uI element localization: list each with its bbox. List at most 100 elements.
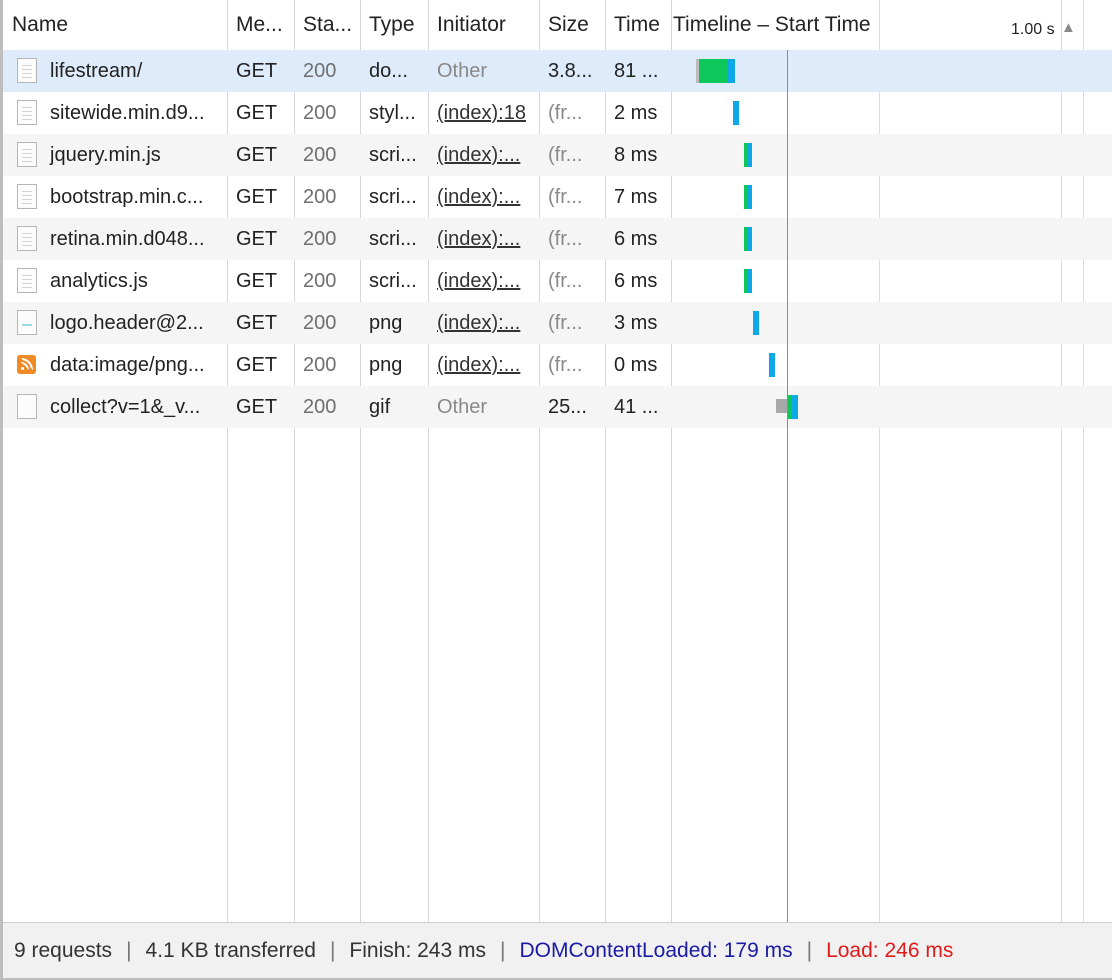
request-method: GET — [236, 354, 278, 376]
request-type: scri... — [369, 270, 417, 292]
request-size: 3.8... — [548, 60, 593, 82]
request-time: 6 ms — [614, 270, 658, 292]
separator: | — [806, 939, 813, 962]
request-size: (fr... — [548, 228, 583, 250]
request-status: 200 — [303, 60, 337, 82]
load-time: Load: 246 ms — [826, 939, 954, 962]
finish-time: Finish: 243 ms — [349, 939, 486, 962]
request-method: GET — [236, 312, 278, 334]
request-initiator-link[interactable]: (index):18 — [428, 92, 539, 134]
request-type: gif — [369, 396, 391, 418]
timeline-bar — [747, 269, 752, 293]
request-initiator-link[interactable]: (index):... — [428, 344, 539, 386]
request-name: bootstrap.min.c... — [50, 186, 204, 208]
load-event-marker — [787, 50, 788, 922]
transferred-size: 4.1 KB transferred — [145, 939, 316, 962]
request-row[interactable]: retina.min.d048... GET 200 scri... (inde… — [3, 218, 1112, 260]
request-name: logo.header@2... — [50, 312, 204, 334]
request-row[interactable]: lifestream/ GET 200 do... Other 3.8... 8… — [3, 50, 1112, 92]
request-status: 200 — [303, 144, 337, 166]
request-type: do... — [369, 60, 408, 82]
request-initiator-link[interactable]: (index):... — [428, 134, 539, 176]
column-header-method[interactable]: Me... — [227, 0, 294, 50]
request-name: collect?v=1&_v... — [50, 396, 201, 418]
request-initiator-link[interactable]: (index):... — [428, 302, 539, 344]
request-method: GET — [236, 186, 278, 208]
timeline-bar — [733, 101, 739, 125]
request-row[interactable]: data:image/png... GET 200 png (index):..… — [3, 344, 1112, 386]
request-initiator: Other — [437, 396, 488, 418]
request-status: 200 — [303, 186, 337, 208]
column-header-row: Name Me... Sta... Type Initiator Size Ti… — [3, 0, 1112, 51]
request-size: (fr... — [548, 186, 583, 208]
column-header-initiator[interactable]: Initiator — [428, 0, 539, 50]
request-status: 200 — [303, 228, 337, 250]
request-type: scri... — [369, 228, 417, 250]
request-name: lifestream/ — [50, 60, 143, 82]
request-status: 200 — [303, 396, 337, 418]
request-name: sitewide.min.d9... — [50, 102, 205, 124]
request-method: GET — [236, 102, 278, 124]
request-name: data:image/png... — [50, 354, 205, 376]
timeline-bar — [747, 143, 752, 167]
timeline-bar-download — [727, 59, 735, 83]
sort-ascending-icon[interactable]: ▲ — [1061, 19, 1076, 36]
timeline-bar — [747, 227, 752, 251]
timeline-bar — [753, 311, 759, 335]
separator: | — [499, 939, 506, 962]
request-row[interactable]: logo.header@2... GET 200 png (index):...… — [3, 302, 1112, 344]
request-time: 81 ... — [614, 60, 659, 82]
column-header-size[interactable]: Size — [539, 0, 605, 50]
request-row[interactable]: collect?v=1&_v... GET 200 gif Other 25..… — [3, 386, 1112, 428]
network-panel: Name Me... Sta... Type Initiator Size Ti… — [0, 0, 1112, 980]
request-name: retina.min.d048... — [50, 228, 205, 250]
separator: | — [126, 939, 132, 962]
request-type: scri... — [369, 144, 417, 166]
request-count: 9 requests — [14, 939, 113, 962]
request-type: styl... — [369, 102, 416, 124]
request-time: 7 ms — [614, 186, 658, 208]
request-type: scri... — [369, 186, 417, 208]
column-header-time[interactable]: Time — [605, 0, 671, 50]
request-status: 200 — [303, 102, 337, 124]
request-type: png — [369, 312, 403, 334]
request-time: 8 ms — [614, 144, 658, 166]
request-size: (fr... — [548, 144, 583, 166]
column-header-name[interactable]: Name — [3, 0, 227, 50]
separator: | — [329, 939, 336, 962]
column-header-timeline[interactable]: Timeline – Start Time — [671, 0, 901, 50]
request-initiator-link[interactable]: (index):... — [428, 176, 539, 218]
request-time: 3 ms — [614, 312, 658, 334]
request-size: (fr... — [548, 354, 583, 376]
request-method: GET — [236, 60, 278, 82]
request-status: 200 — [303, 312, 337, 334]
request-row[interactable]: sitewide.min.d9... GET 200 styl... (inde… — [3, 92, 1112, 134]
request-method: GET — [236, 144, 278, 166]
request-row[interactable]: jquery.min.js GET 200 scri... (index):..… — [3, 134, 1112, 176]
request-type: png — [369, 354, 403, 376]
timeline-bar-download — [792, 395, 798, 419]
request-method: GET — [236, 270, 278, 292]
request-time: 41 ... — [614, 396, 659, 418]
request-time: 0 ms — [614, 354, 658, 376]
request-method: GET — [236, 228, 278, 250]
timeline-bar — [747, 185, 752, 209]
request-initiator-link[interactable]: (index):... — [428, 218, 539, 260]
column-header-status[interactable]: Sta... — [294, 0, 360, 50]
request-name: analytics.js — [50, 270, 148, 292]
request-time: 2 ms — [614, 102, 658, 124]
dom-content-loaded-time: DOMContentLoaded: 179 ms — [519, 939, 793, 962]
request-size: 25... — [548, 396, 587, 418]
request-status: 200 — [303, 354, 337, 376]
column-header-type[interactable]: Type — [360, 0, 428, 50]
request-status: 200 — [303, 270, 337, 292]
request-row[interactable]: analytics.js GET 200 scri... (index):...… — [3, 260, 1112, 302]
request-size: (fr... — [548, 102, 583, 124]
request-initiator-link[interactable]: (index):... — [428, 260, 539, 302]
request-row[interactable]: bootstrap.min.c... GET 200 scri... (inde… — [3, 176, 1112, 218]
request-size: (fr... — [548, 312, 583, 334]
timeline-bar — [769, 353, 775, 377]
request-list: lifestream/ GET 200 do... Other 3.8... 8… — [3, 50, 1112, 428]
request-initiator: Other — [437, 60, 488, 82]
request-name: jquery.min.js — [50, 144, 161, 166]
